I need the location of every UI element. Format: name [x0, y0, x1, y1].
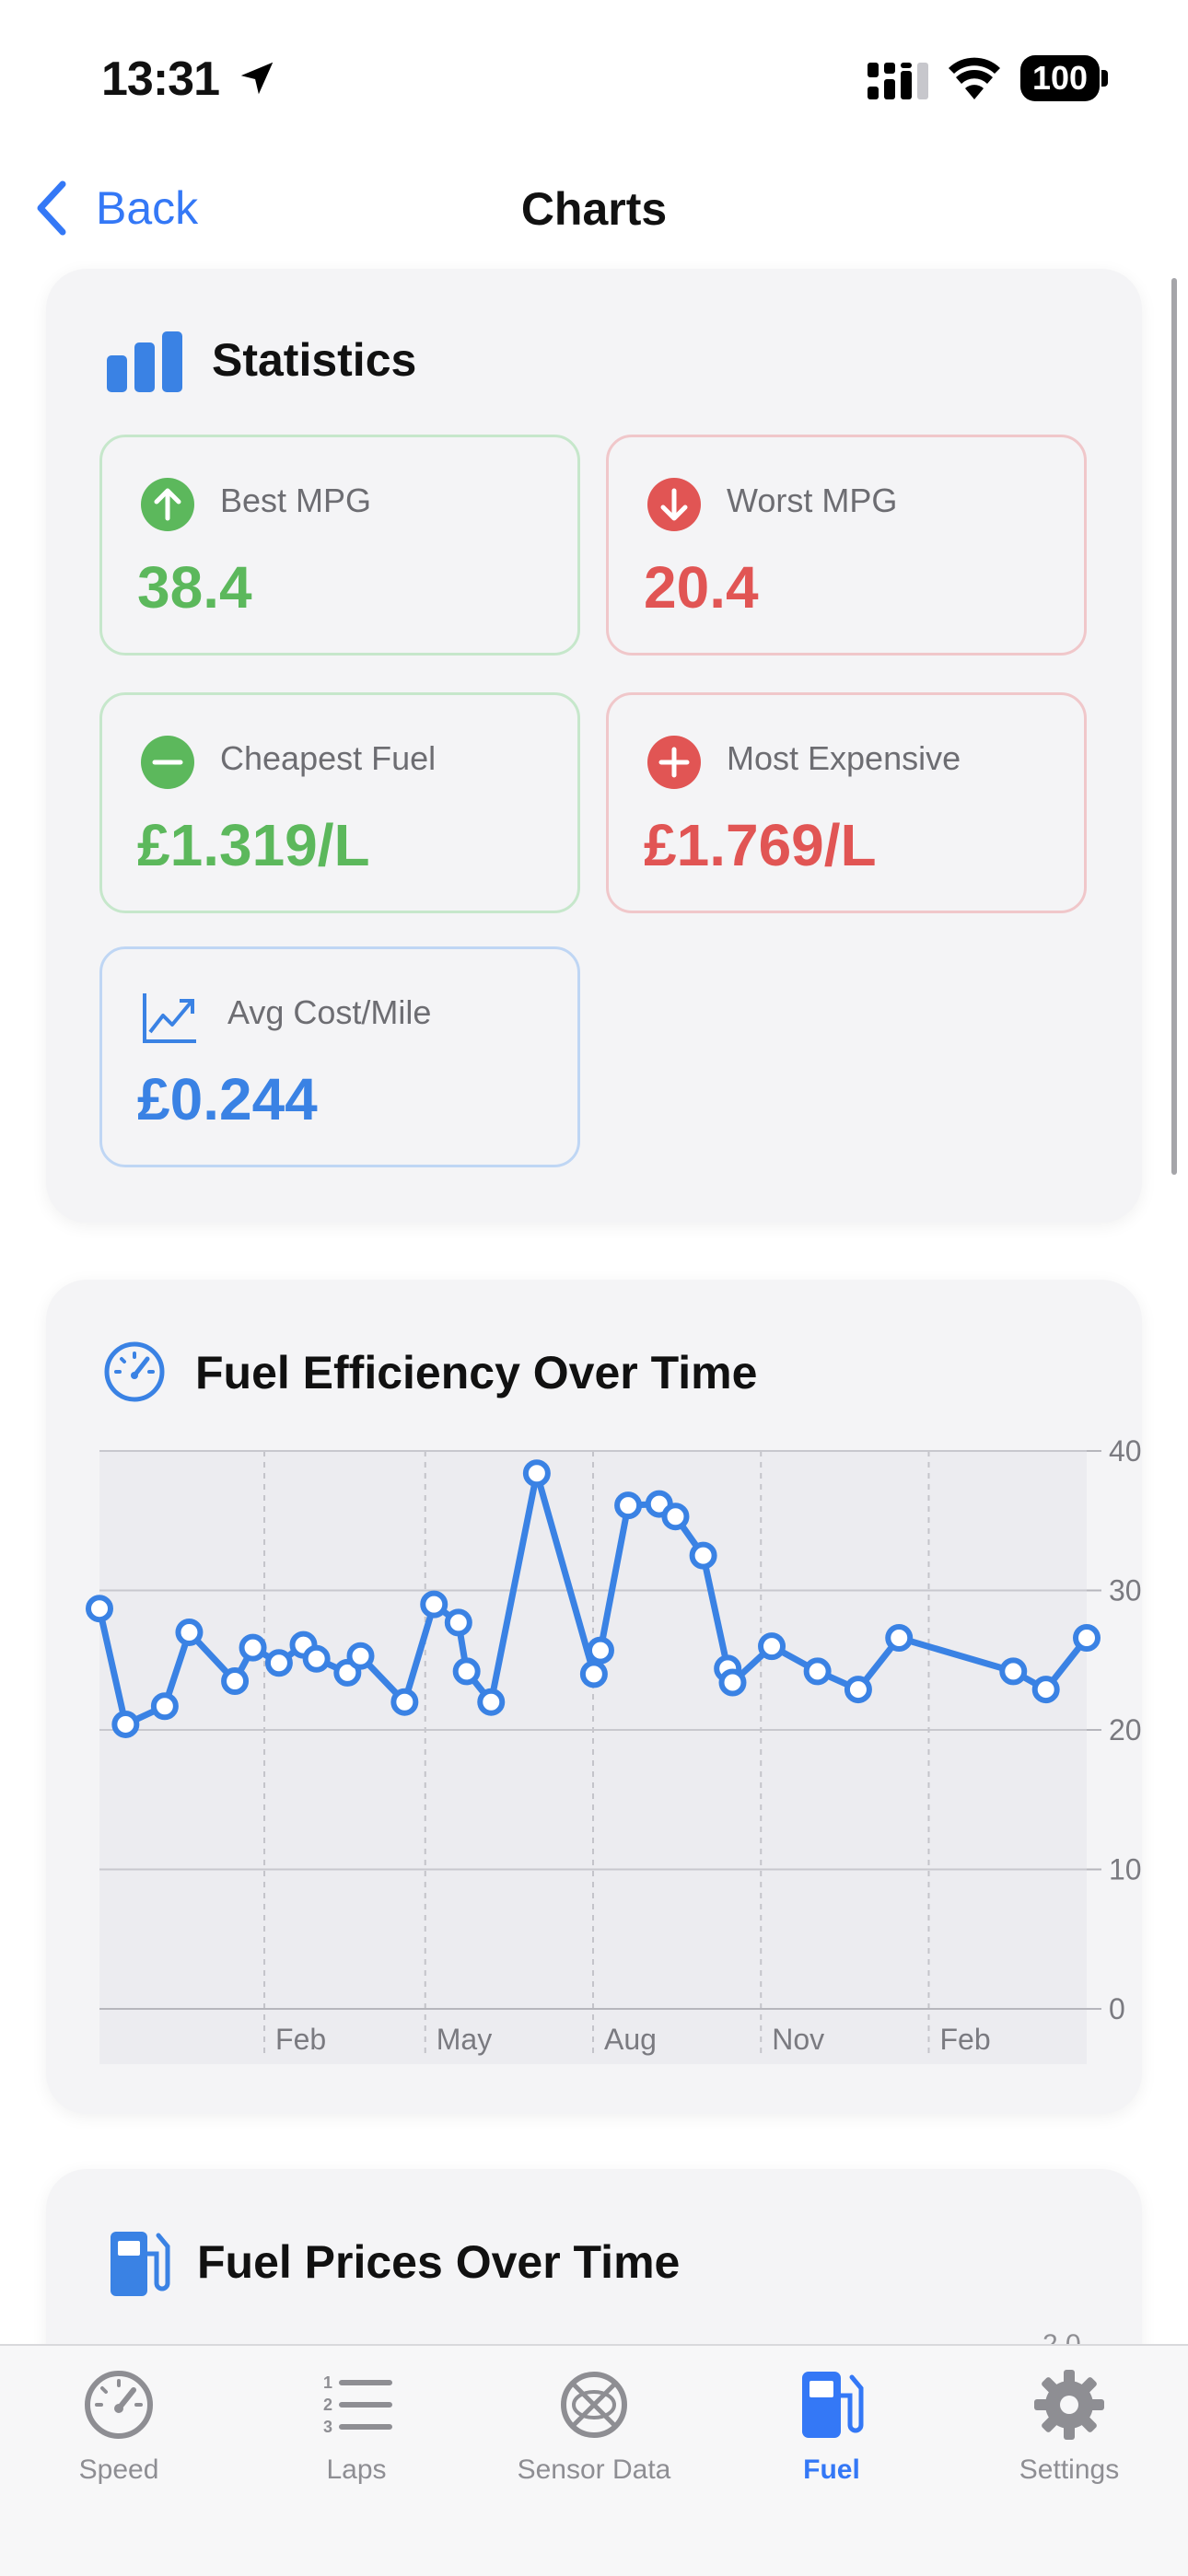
data-point — [175, 1618, 204, 1646]
status-bar: 13:31 100 — [0, 0, 1188, 157]
battery-icon: 100 — [1020, 55, 1109, 103]
data-point — [614, 1491, 643, 1520]
tab-speed-label: Speed — [78, 2454, 159, 2485]
arrow-up-circle-icon — [141, 478, 194, 531]
cellular-signal-icon — [868, 63, 928, 99]
best-mpg-value: 38.4 — [137, 554, 252, 621]
svg-text:3: 3 — [323, 2418, 332, 2436]
x-tick-label: Nov — [772, 2023, 824, 2056]
data-point — [239, 1633, 267, 1662]
status-time: 13:31 — [101, 52, 220, 106]
data-point — [111, 1710, 140, 1738]
numbered-list-icon: 1 2 3 — [323, 2373, 392, 2436]
tab-sensor-data[interactable]: Sensor Data — [475, 2368, 713, 2486]
data-point — [444, 1608, 472, 1637]
data-point — [885, 1624, 914, 1653]
statistics-card: Statistics Best MPG 38.4 Worst MPG 20.4 … — [46, 269, 1142, 1223]
tab-laps[interactable]: 1 2 3 Laps — [238, 2368, 475, 2486]
y-tick-label: 0 — [1109, 1992, 1125, 2025]
tab-speed[interactable]: Speed — [0, 2368, 238, 2486]
fuel-efficiency-card: Fuel Efficiency Over Time Feb May Aug Nov Fe… — [46, 1280, 1142, 2114]
worst-mpg-tile: Worst MPG 20.4 — [606, 435, 1087, 656]
most-expensive-label: Most Expensive — [727, 739, 961, 777]
scroll-indicator[interactable] — [1171, 278, 1177, 1175]
speedometer-icon — [85, 2371, 153, 2439]
data-point — [264, 1649, 293, 1677]
cheapest-fuel-tile: Cheapest Fuel £1.319/L — [99, 692, 580, 913]
tab-settings[interactable]: Settings — [950, 2368, 1188, 2486]
avg-cost-mile-label: Avg Cost/Mile — [227, 993, 432, 1031]
location-arrow-icon — [240, 62, 274, 95]
svg-text:1: 1 — [323, 2373, 332, 2392]
plus-circle-icon — [647, 736, 701, 789]
data-point — [522, 1459, 551, 1488]
fuel-pump-icon — [802, 2372, 864, 2438]
navigation-bar: Back Charts — [0, 166, 1188, 249]
data-point — [661, 1503, 690, 1531]
data-point — [758, 1632, 786, 1661]
avg-cost-mile-value: £0.244 — [137, 1066, 318, 1132]
tab-laps-label: Laps — [326, 2454, 387, 2485]
most-expensive-tile: Most Expensive £1.769/L — [606, 692, 1087, 913]
best-mpg-label: Best MPG — [220, 482, 372, 519]
data-point — [420, 1590, 448, 1619]
best-mpg-tile: Best MPG 38.4 — [99, 435, 580, 656]
fuel-prices-title: Fuel Prices Over Time — [197, 2236, 681, 2288]
arrow-down-circle-icon — [647, 478, 701, 531]
tab-fuel-label: Fuel — [803, 2454, 860, 2485]
data-point — [689, 1541, 717, 1570]
data-point — [1031, 1676, 1060, 1704]
data-point — [844, 1676, 872, 1704]
data-point — [803, 1657, 832, 1686]
data-point — [718, 1668, 747, 1697]
tab-sensor-data-label: Sensor Data — [517, 2454, 671, 2485]
tab-fuel[interactable]: Fuel — [713, 2368, 950, 2486]
tab-settings-label: Settings — [1019, 2454, 1120, 2485]
page-title: Charts — [520, 183, 668, 235]
trend-chart-icon — [143, 993, 196, 1043]
most-expensive-value: £1.769/L — [644, 812, 877, 878]
data-point — [586, 1636, 614, 1665]
tab-bar: Speed 1 2 3 Laps Sensor Data Fuel Settin… — [0, 2344, 1188, 2576]
data-point — [999, 1657, 1028, 1686]
y-tick-label: 20 — [1109, 1713, 1142, 1746]
y-tick-label: 10 — [1109, 1853, 1142, 1886]
data-point — [150, 1692, 179, 1721]
data-point — [390, 1688, 419, 1716]
data-point — [302, 1644, 331, 1673]
x-tick-label: Feb — [939, 2023, 990, 2056]
svg-text:2: 2 — [323, 2396, 332, 2414]
sensor-icon — [561, 2372, 627, 2438]
cheapest-fuel-value: £1.319/L — [137, 812, 370, 878]
worst-mpg-value: 20.4 — [644, 554, 759, 621]
worst-mpg-label: Worst MPG — [727, 482, 898, 519]
data-point — [452, 1657, 481, 1686]
minus-circle-icon — [141, 736, 194, 789]
fuel-efficiency-chart[interactable]: Feb May Aug Nov Feb 0 10 20 30 40 — [46, 1280, 1142, 2114]
y-tick-label: 40 — [1109, 1434, 1142, 1468]
data-point — [477, 1688, 506, 1716]
gear-icon — [1034, 2370, 1104, 2440]
data-point — [579, 1660, 608, 1688]
battery-level: 100 — [1020, 55, 1100, 101]
data-point — [1073, 1624, 1101, 1653]
x-tick-label: Aug — [604, 2023, 657, 2056]
x-tick-label: Feb — [275, 2023, 326, 2056]
data-point — [221, 1666, 250, 1695]
fuel-pump-icon — [111, 2232, 170, 2296]
data-point — [346, 1642, 375, 1670]
wifi-icon — [949, 57, 1000, 99]
bar-chart-icon — [107, 331, 182, 392]
avg-cost-mile-tile: Avg Cost/Mile £0.244 — [99, 946, 580, 1167]
y-tick-label: 30 — [1109, 1574, 1142, 1607]
cheapest-fuel-label: Cheapest Fuel — [220, 739, 437, 777]
statistics-title: Statistics — [212, 334, 417, 386]
data-point — [86, 1595, 113, 1623]
x-tick-label: May — [437, 2023, 492, 2056]
